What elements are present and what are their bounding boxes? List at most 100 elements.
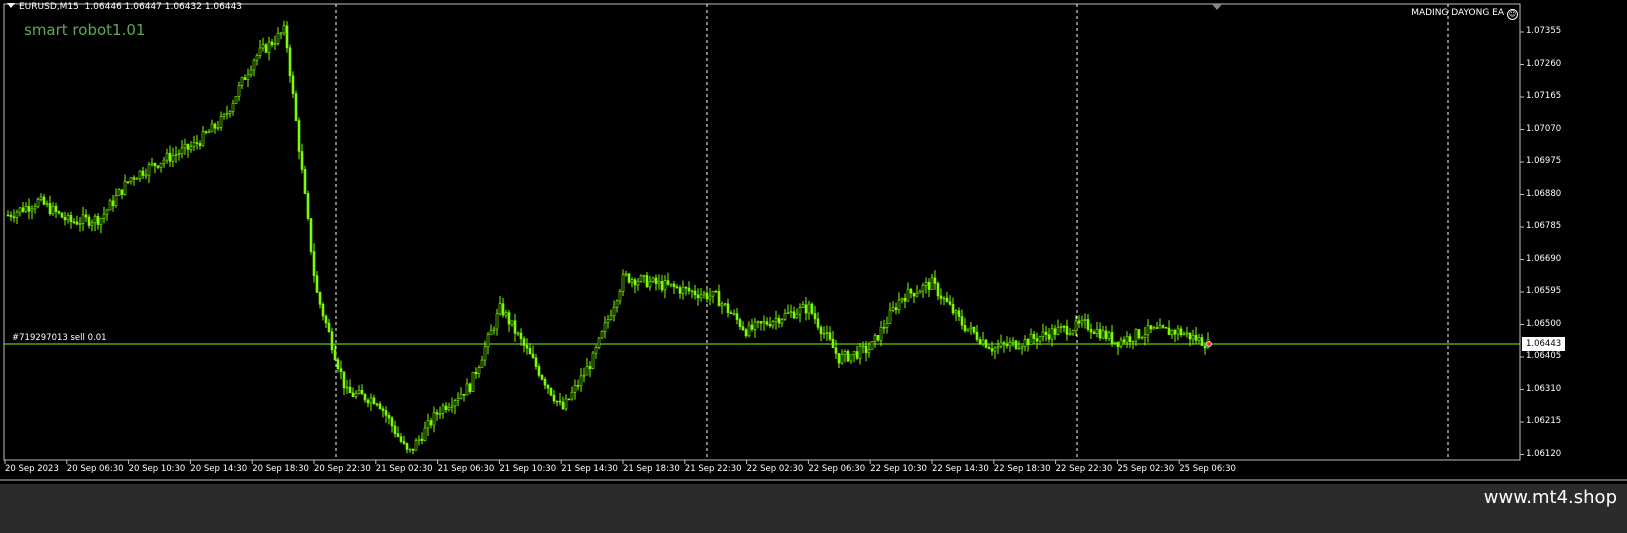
candle-body xyxy=(78,223,82,225)
candle xyxy=(411,448,415,455)
candle xyxy=(1005,336,1009,349)
candle xyxy=(534,353,538,370)
candle-body xyxy=(690,290,694,293)
candle-body xyxy=(330,331,334,351)
candle-body xyxy=(357,389,361,394)
candle xyxy=(786,304,790,315)
candle-body xyxy=(93,215,97,224)
candle xyxy=(1185,326,1189,338)
candle xyxy=(831,330,835,349)
candle-body xyxy=(903,298,907,302)
candle xyxy=(636,278,640,291)
candle-body xyxy=(444,405,448,410)
candle-body xyxy=(114,195,118,207)
candle-body xyxy=(153,162,157,167)
candle-body xyxy=(297,120,301,152)
candle xyxy=(366,397,370,408)
candle-body xyxy=(162,159,166,164)
candle-body xyxy=(726,303,730,313)
candle xyxy=(426,413,430,436)
candle-body xyxy=(507,312,511,325)
candle xyxy=(747,321,751,338)
candle xyxy=(513,313,517,342)
candle xyxy=(1143,326,1147,346)
candle-body xyxy=(345,386,349,389)
candle-body xyxy=(465,383,469,396)
candle-body xyxy=(324,315,328,324)
chart-border xyxy=(3,3,1521,461)
candle-body xyxy=(1164,327,1168,329)
candle xyxy=(927,278,931,298)
candle xyxy=(114,188,118,208)
candle-body xyxy=(342,371,346,389)
candle xyxy=(687,281,691,295)
candle-body xyxy=(1014,340,1018,349)
candle xyxy=(744,327,748,339)
candle xyxy=(1095,321,1099,338)
chart-plot[interactable] xyxy=(0,0,1627,484)
candle-body xyxy=(195,142,199,144)
candle-body xyxy=(441,405,445,414)
candle-body xyxy=(105,209,109,215)
candle-body xyxy=(150,162,154,165)
candle xyxy=(759,320,763,331)
candle xyxy=(999,334,1003,349)
candle-body xyxy=(117,189,121,197)
chart-window[interactable]: EURUSD,M15 1.06446 1.06447 1.06432 1.064… xyxy=(0,0,1627,484)
candle-body xyxy=(1056,327,1060,335)
candle xyxy=(1170,329,1174,339)
candle xyxy=(219,111,223,131)
candle-body xyxy=(132,177,136,180)
candle-body xyxy=(396,433,400,437)
price-tick-label: 1.06310 xyxy=(1526,383,1562,394)
candle xyxy=(384,406,388,423)
candle-body xyxy=(807,303,811,314)
candle-body xyxy=(288,47,292,77)
chart-shift-marker-icon[interactable] xyxy=(1212,4,1222,10)
candle xyxy=(891,301,895,313)
candle-body xyxy=(504,312,508,316)
candle xyxy=(186,143,190,158)
chart-menu-icon[interactable] xyxy=(7,3,15,8)
candle-body xyxy=(168,152,172,162)
candle-body xyxy=(1011,340,1015,343)
candle-body xyxy=(492,328,496,331)
candle xyxy=(663,275,667,299)
candle xyxy=(417,435,421,446)
candle xyxy=(15,209,19,225)
candle xyxy=(471,371,475,392)
candle xyxy=(267,36,271,61)
candle-body xyxy=(918,290,922,294)
expert-advisor-label[interactable]: MADING DAYONG EA ☺ xyxy=(1411,8,1518,20)
candle-body xyxy=(1146,325,1150,336)
candle xyxy=(1065,319,1069,341)
candle-body xyxy=(1113,341,1117,344)
candle xyxy=(732,309,736,316)
candle-body xyxy=(318,292,322,305)
candle-body xyxy=(99,218,103,225)
candle xyxy=(453,398,457,415)
candle xyxy=(510,320,514,327)
watermark: www.mt4.shop xyxy=(1483,487,1617,508)
candle-body xyxy=(921,284,925,292)
candle-body xyxy=(999,342,1003,347)
candle-body xyxy=(786,312,790,314)
candle xyxy=(120,189,124,200)
candle xyxy=(393,420,397,438)
candle-body xyxy=(900,298,904,301)
candle-body xyxy=(438,412,442,415)
candle-body xyxy=(174,154,178,156)
time-tick-label: 20 Sep 22:30 xyxy=(314,464,371,474)
candle-body xyxy=(849,354,853,362)
candle-body xyxy=(276,32,280,44)
candle-body xyxy=(915,292,919,297)
candle-body xyxy=(1128,336,1132,343)
candle-body xyxy=(156,165,160,168)
candle-body xyxy=(540,375,544,380)
candle xyxy=(600,330,604,339)
candle-body xyxy=(462,393,466,396)
candle-body xyxy=(627,273,631,283)
candle-body xyxy=(486,334,490,348)
candle xyxy=(189,141,193,153)
candle-body xyxy=(1200,337,1204,347)
